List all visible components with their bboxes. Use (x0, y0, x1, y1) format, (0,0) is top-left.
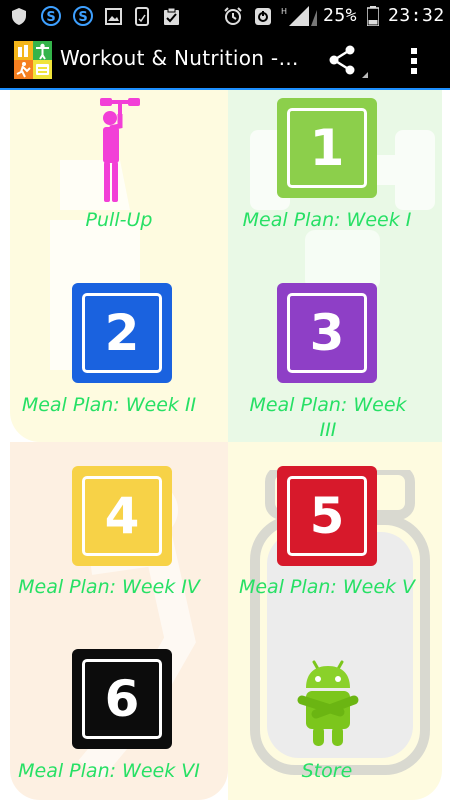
tile-label: Meal Plan: Week II (21, 394, 197, 416)
tile-pull-up[interactable]: Pull-Up (14, 90, 224, 240)
tile-meal-plan-week-4[interactable]: 4 Meal Plan: Week IV (4, 464, 214, 614)
s-app-icon: S (40, 6, 62, 26)
image-icon (104, 6, 122, 26)
tile-label: Meal Plan: Week VI (18, 760, 200, 782)
signal-icon: H (280, 6, 320, 26)
battery-percent: 25% (323, 5, 358, 26)
android-robot-icon (297, 660, 359, 746)
pullup-figure-icon (100, 98, 140, 202)
svg-text:S: S (78, 10, 87, 25)
tile-meal-plan-week-1[interactable]: 1 Meal Plan: Week I (222, 90, 432, 240)
tile-label: Store (301, 760, 353, 782)
main-grid: Pull-Up 1 Meal Plan: Week I 2 Meal Plan:… (0, 90, 450, 800)
number-5-icon: 5 (277, 466, 377, 566)
tile-store[interactable]: Store (222, 648, 432, 798)
status-time: 23:32 (388, 5, 445, 26)
number-6-icon: 6 (72, 649, 172, 749)
tile-label: Meal Plan: Week III (249, 394, 407, 441)
battery-icon (366, 6, 380, 26)
nfc-icon (253, 6, 273, 26)
s-app-icon: S (72, 6, 94, 26)
number-4-icon: 4 (72, 466, 172, 566)
svg-text:S: S (46, 10, 55, 25)
tile-meal-plan-week-6[interactable]: 6 Meal Plan: Week VI (4, 648, 214, 798)
app-title: Workout & Nutrition -… (60, 46, 299, 70)
shield-icon (10, 6, 28, 26)
tile-meal-plan-week-5[interactable]: 5 Meal Plan: Week V (222, 464, 432, 614)
status-bar: S S H 25% 23:32 (0, 0, 450, 32)
clipboard-check-icon (162, 6, 180, 26)
svg-text:H: H (281, 7, 287, 16)
number-2-icon: 2 (72, 283, 172, 383)
number-1-icon: 1 (277, 98, 377, 198)
tile-label: Meal Plan: Week V (238, 576, 416, 598)
tile-label: Meal Plan: Week I (242, 209, 412, 231)
phone-icon (134, 6, 150, 26)
share-icon[interactable] (328, 44, 368, 78)
action-bar: Workout & Nutrition -… (0, 32, 450, 88)
tile-meal-plan-week-3[interactable]: 3 Meal Plan: Week III (222, 282, 432, 452)
tile-label: Meal Plan: Week IV (18, 576, 200, 598)
tile-meal-plan-week-2[interactable]: 2 Meal Plan: Week II (4, 282, 214, 432)
tile-label: Pull-Up (85, 209, 153, 231)
number-3-icon: 3 (277, 283, 377, 383)
overflow-menu-icon[interactable] (406, 44, 422, 78)
app-logo-icon[interactable] (14, 41, 52, 79)
alarm-icon (222, 6, 244, 26)
